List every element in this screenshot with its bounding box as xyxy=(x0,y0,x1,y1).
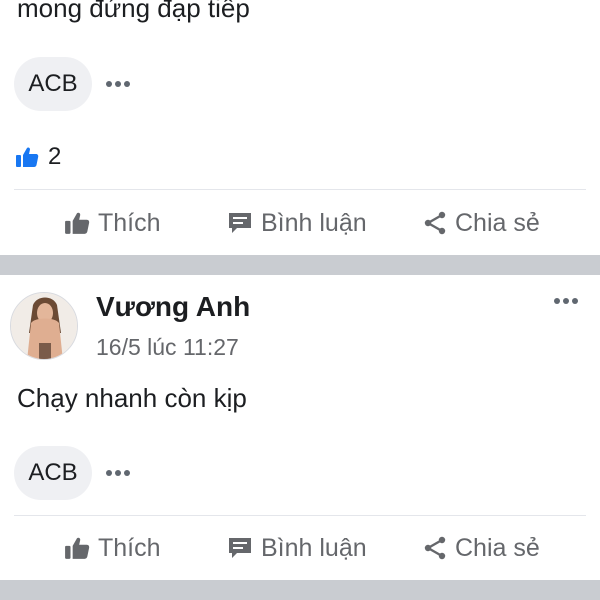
more-options-icon[interactable] xyxy=(106,57,130,111)
post-timestamp[interactable]: 16/5 lúc 11:27 xyxy=(96,332,250,362)
divider xyxy=(14,189,586,190)
share-label: Chia sẻ xyxy=(455,208,540,237)
thumbs-up-icon xyxy=(65,537,90,559)
like-button[interactable]: Thích xyxy=(64,524,161,572)
post-actions: Thích Bình luận Chia sẻ xyxy=(0,524,600,572)
post-menu-icon[interactable] xyxy=(554,298,578,304)
like-count: 2 xyxy=(48,143,62,170)
tag-chip[interactable]: ACB xyxy=(14,57,92,111)
post-actions: Thích Bình luận Chia sẻ xyxy=(0,199,600,247)
previous-post: mong đứng đạp tiếp ACB 2 Thích Bình luận xyxy=(0,0,600,255)
comment-icon xyxy=(229,538,251,558)
share-icon xyxy=(424,211,446,235)
tag-row: ACB xyxy=(14,446,130,500)
tag-row: ACB xyxy=(14,57,130,111)
thumbs-up-icon xyxy=(65,212,90,234)
author-name[interactable]: Vương Anh xyxy=(96,290,250,324)
author-block: Vương Anh 16/5 lúc 11:27 xyxy=(96,290,250,362)
reactions-summary[interactable]: 2 xyxy=(15,143,61,171)
like-label: Thích xyxy=(98,533,161,562)
comment-button[interactable]: Bình luận xyxy=(227,524,367,572)
comment-icon xyxy=(229,213,251,233)
share-button[interactable]: Chia sẻ xyxy=(423,524,540,572)
post-separator xyxy=(0,580,600,600)
post-text: Chạy nhanh còn kịp xyxy=(17,383,247,413)
avatar[interactable] xyxy=(10,292,78,360)
avatar-photo xyxy=(11,293,77,359)
share-button[interactable]: Chia sẻ xyxy=(423,199,540,247)
post-separator xyxy=(0,255,600,275)
comment-label: Bình luận xyxy=(261,533,367,562)
like-label: Thích xyxy=(98,208,161,237)
comment-button[interactable]: Bình luận xyxy=(227,199,367,247)
comment-label: Bình luận xyxy=(261,208,367,237)
thumbs-up-reaction-icon xyxy=(16,147,39,167)
divider xyxy=(14,515,586,516)
like-button[interactable]: Thích xyxy=(64,199,161,247)
post-text: mong đứng đạp tiếp xyxy=(17,0,250,23)
tag-chip[interactable]: ACB xyxy=(14,446,92,500)
share-icon xyxy=(424,536,446,560)
post-header: Vương Anh 16/5 lúc 11:27 xyxy=(10,290,250,362)
share-label: Chia sẻ xyxy=(455,533,540,562)
more-options-icon[interactable] xyxy=(106,446,130,500)
